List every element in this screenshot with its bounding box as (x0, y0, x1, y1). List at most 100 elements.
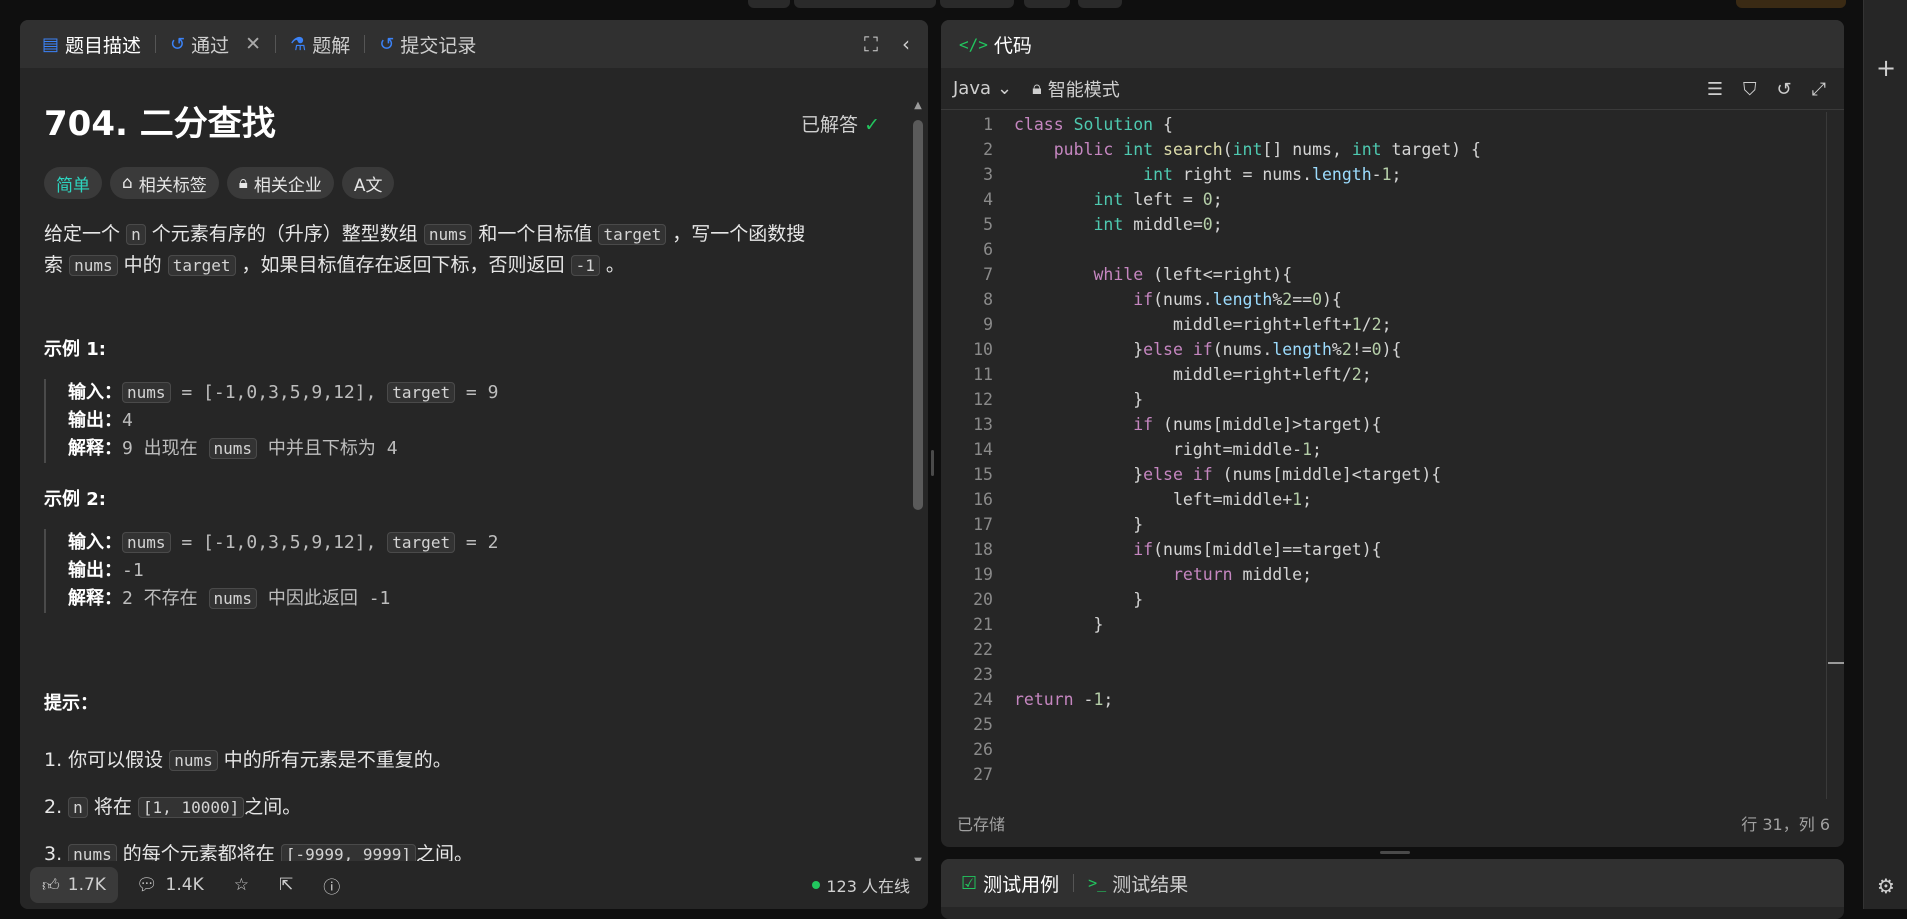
scroll-up-icon[interactable]: ▲ (912, 100, 924, 111)
mode-label: 智能模式 (1047, 79, 1120, 101)
tab-accepted[interactable]: ↺ 通过 ✕ (166, 31, 265, 58)
line-number: 4 (983, 190, 993, 209)
code-text: left=middle+1; (1014, 490, 1313, 509)
tab-label: 通过 (191, 34, 230, 57)
resize-handle[interactable] (931, 450, 934, 476)
tab-label: 测试用例 (983, 873, 1060, 896)
input-label: 输入： (68, 382, 122, 403)
inline-code: nums (69, 255, 118, 276)
code-text: } (1014, 390, 1144, 409)
scrollbar-thumb[interactable] (913, 120, 923, 510)
related-tags-button[interactable]: ⌂ 相关标签 (110, 167, 219, 199)
doc-icon: ▤ (42, 33, 60, 55)
line-number: 23 (973, 665, 993, 684)
inline-code: nums (68, 844, 117, 861)
plus-icon[interactable]: + (1864, 54, 1907, 82)
fullscreen-icon[interactable]: ⛶ (864, 32, 878, 56)
tab-description[interactable]: ▤ 题目描述 (38, 31, 145, 58)
format-icon[interactable]: ☰ (1707, 79, 1723, 100)
top-button[interactable] (1736, 0, 1846, 8)
inline-code: nums (208, 588, 258, 609)
desc-text: 中的 (123, 254, 162, 276)
code-line: 15 }else if (nums[middle]<target){ (941, 462, 1826, 487)
editor-scrollbar[interactable] (1826, 112, 1844, 799)
output-label: 输出： (68, 410, 122, 431)
code-line: 9 middle=right+left+1/2; (941, 312, 1826, 337)
close-icon[interactable]: ✕ (245, 33, 261, 55)
top-button[interactable] (794, 0, 936, 8)
favorite-button[interactable]: ☆ (222, 867, 261, 903)
comment-button[interactable]: 💬︎ 1.4K (124, 867, 216, 903)
bookmark-icon[interactable]: ⛉ (1743, 79, 1757, 100)
line-number: 8 (983, 290, 993, 309)
tag-icon: ⌂ (122, 173, 133, 193)
tab-test-cases[interactable]: ☑ 测试用例 (957, 870, 1063, 897)
input-value: = [-1,0,3,5,9,12], (170, 382, 388, 403)
reset-icon[interactable]: ↺ (1777, 79, 1792, 100)
line-number: 13 (973, 415, 993, 434)
tab-label: 测试结果 (1112, 873, 1189, 896)
code-text: while (left<=right){ (1093, 265, 1293, 284)
like-button[interactable]: 👍︎ 1.7K (30, 867, 118, 903)
code-editor[interactable]: 1 class Solution {2 public int search(int… (941, 112, 1826, 799)
gear-icon[interactable]: ⚙ (1864, 874, 1907, 898)
top-button[interactable] (940, 0, 1014, 8)
line-number: 6 (983, 240, 993, 259)
language-select[interactable]: Java ⌄ (953, 78, 1012, 99)
top-button[interactable] (748, 0, 790, 8)
line-number: 24 (973, 690, 993, 709)
chevron-down-icon: ⌄ (997, 78, 1013, 99)
code-text: public int search(int[] nums, int target… (1053, 140, 1481, 159)
help-button[interactable]: ⓘ (311, 867, 352, 903)
resize-handle[interactable] (1380, 851, 1410, 854)
solved-label: 已解答 (801, 114, 859, 136)
code-text: return middle; (1172, 565, 1313, 584)
hint-text: 1. 你可以假设 (44, 749, 170, 771)
tab-code[interactable]: </> 代码 (955, 31, 1036, 58)
language-label: Java (953, 78, 992, 99)
explain-label: 解释： (68, 438, 122, 459)
expand-icon[interactable]: ⤢ (1812, 79, 1826, 100)
share-icon: ⇱ (278, 875, 294, 895)
smart-mode-toggle[interactable]: 🔒︎ 智能模式 (1032, 76, 1120, 102)
desc-text: 和一个目标值 (478, 223, 593, 245)
tab-label: 提交记录 (400, 34, 477, 57)
line-number: 2 (983, 140, 993, 159)
share-button[interactable]: ⇱ (267, 867, 305, 903)
tab-test-results[interactable]: >_ 测试结果 (1084, 870, 1192, 897)
difficulty-badge[interactable]: 简单 (44, 167, 102, 199)
code-line: 8 if(nums.length%2==0){ (941, 287, 1826, 312)
translate-button[interactable]: A文 (341, 167, 395, 199)
related-companies-button[interactable]: 🔒︎ 相关企业 (226, 167, 334, 199)
code-text: if(nums[middle]==target){ (1133, 540, 1382, 559)
example-2-heading: 示例 2: (44, 489, 106, 510)
input-value: = [-1,0,3,5,9,12], (170, 532, 388, 553)
code-line: 18 if(nums[middle]==target){ (941, 537, 1826, 562)
code-tabbar: </> 代码 (941, 20, 1844, 68)
chevron-left-icon[interactable]: ‹ (902, 32, 910, 56)
hint-text: 之间。 (244, 796, 302, 818)
tab-submissions[interactable]: ↺ 提交记录 (375, 31, 480, 58)
star-icon: ☆ (233, 875, 249, 895)
code-line: 12 } (941, 387, 1826, 412)
inline-code: target (167, 255, 236, 276)
line-number: 19 (973, 565, 993, 584)
top-button[interactable] (1024, 0, 1070, 8)
lock-icon: 🔒︎ (1032, 78, 1042, 99)
online-dot (812, 881, 821, 889)
top-button[interactable] (1078, 0, 1122, 8)
code-text: middle=right+left+1/2; (1014, 315, 1392, 334)
problem-footer: 👍︎ 1.7K 💬︎ 1.4K ☆ ⇱ ⓘ 123 人在线 (20, 861, 928, 909)
example-output: 输出：-1 (68, 557, 884, 585)
related-companies-label: 相关企业 (253, 175, 322, 196)
problem-scrollbar[interactable]: ▲ ▼ (912, 100, 924, 870)
scroll-marker (1828, 662, 1844, 664)
code-line: 16 left=middle+1; (941, 487, 1826, 512)
tab-solutions[interactable]: ⚗ 题解 (286, 31, 354, 58)
input-label: 输入： (68, 532, 122, 553)
hint-list: 1. 你可以假设 nums 中的所有元素是不重复的。 2. n 将在 [1, 1… (44, 737, 884, 861)
code-line: 2 public int search(int[] nums, int targ… (941, 137, 1826, 162)
